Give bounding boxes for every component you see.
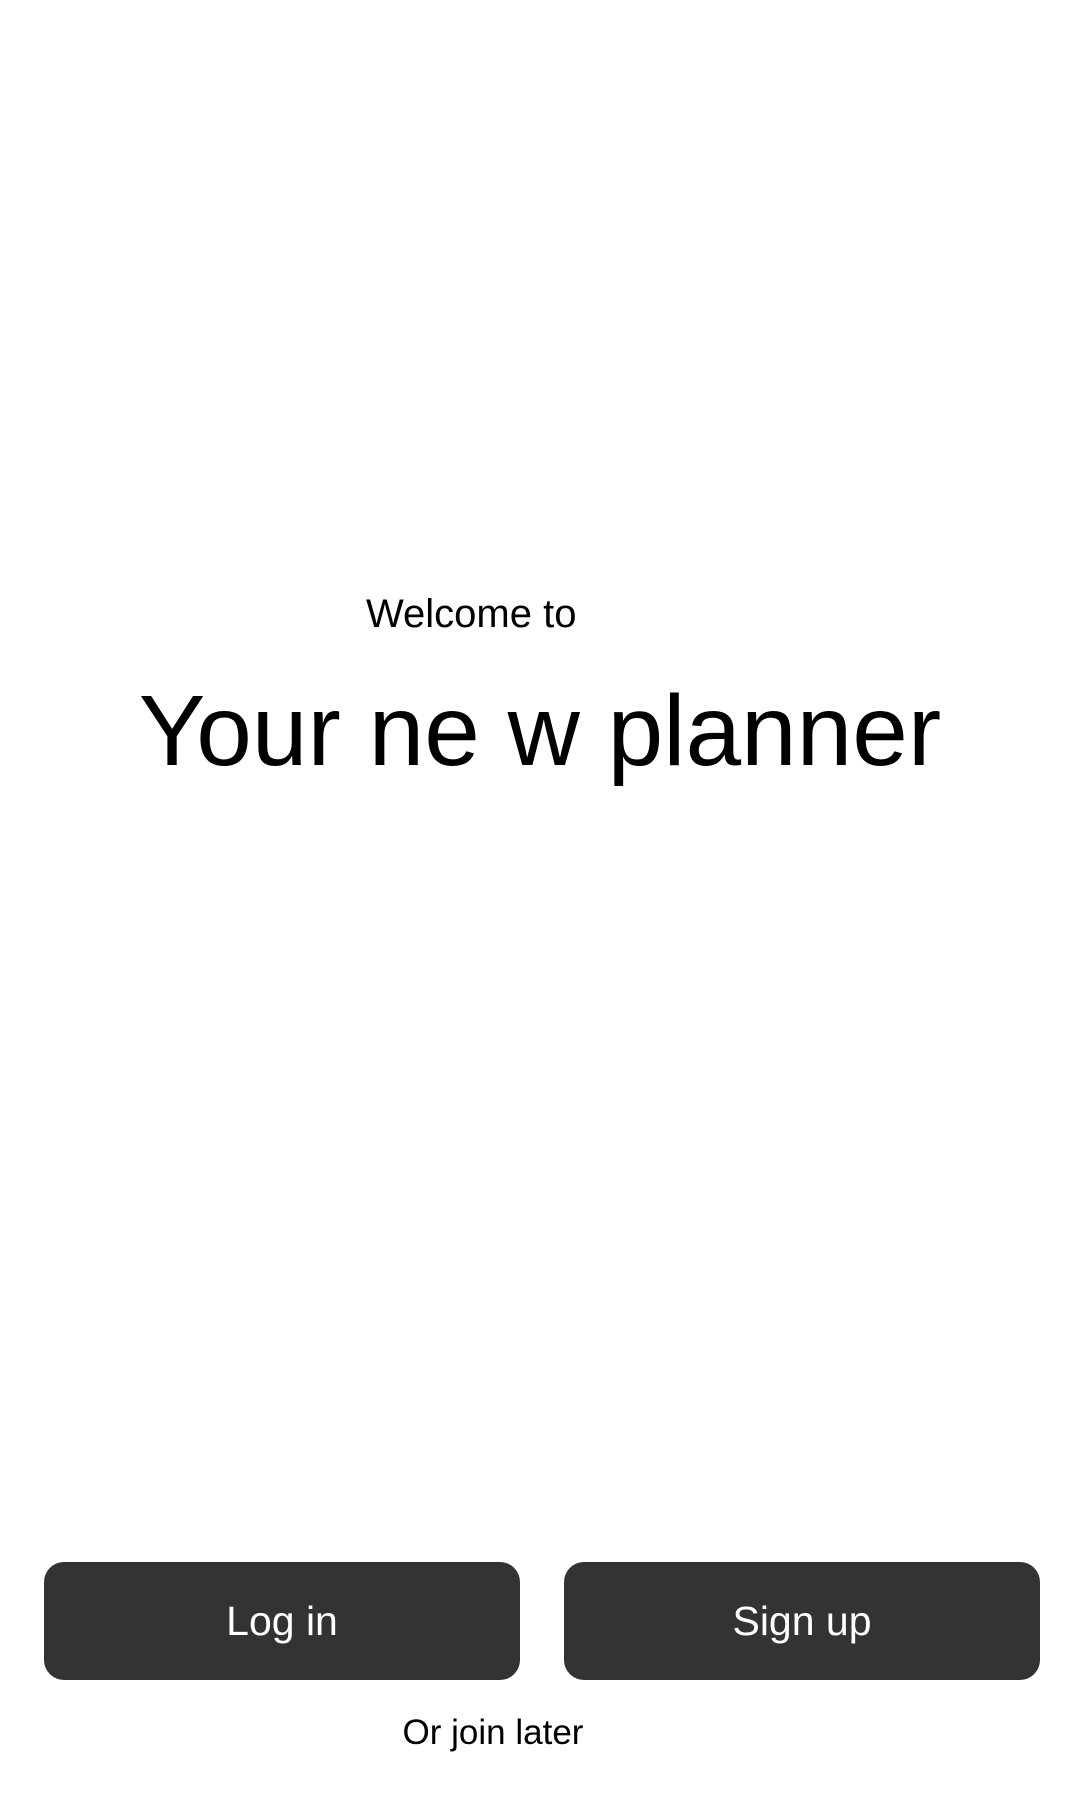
welcome-subtitle: Welcome to: [366, 592, 577, 636]
login-button[interactable]: Log in: [44, 1562, 520, 1680]
signup-button-label: Sign up: [732, 1597, 872, 1644]
join-later-link[interactable]: Or join later: [0, 1712, 986, 1754]
login-button-label: Log in: [226, 1597, 338, 1644]
app-title: Your ne w planner: [138, 675, 942, 787]
signup-button[interactable]: Sign up: [564, 1562, 1040, 1680]
